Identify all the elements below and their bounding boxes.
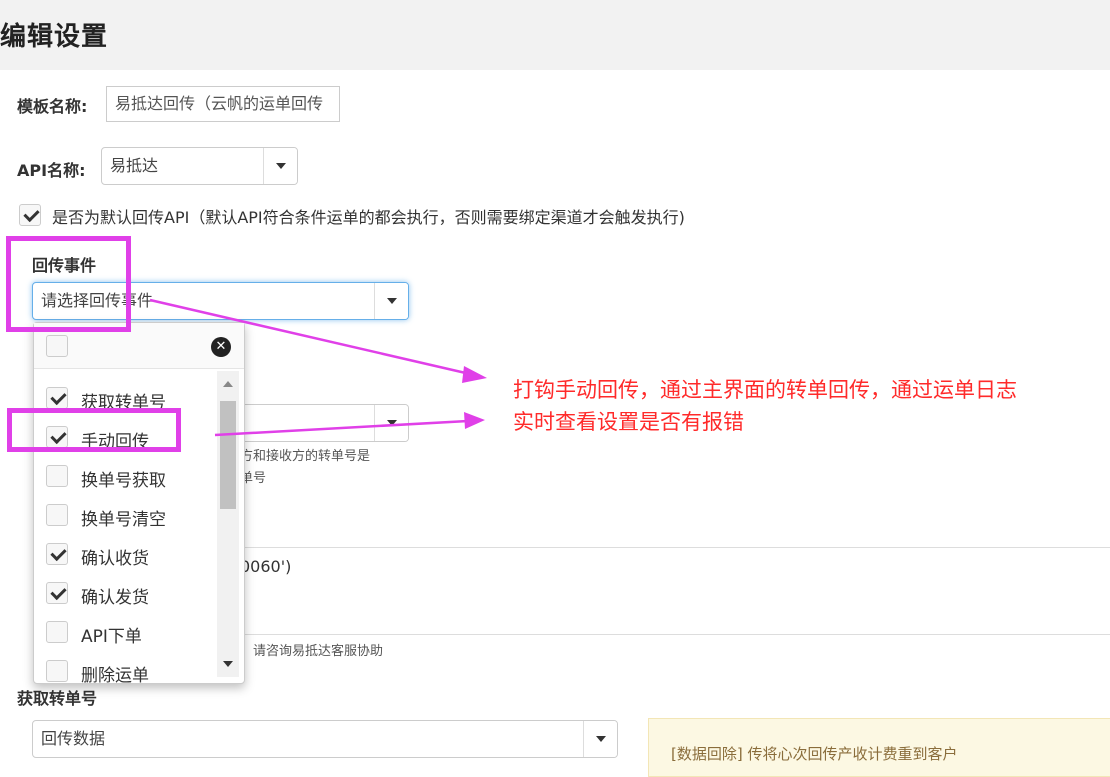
annotation-text: 打钩手动回传，通过主界面的转单回传，通过运单日志 实时查看设置是否有报错 [513, 374, 1017, 438]
arrow-line-2 [214, 419, 469, 437]
annotation-line-2: 实时查看设置是否有报错 [513, 410, 744, 434]
annotation-line-1: 打钩手动回传，通过主界面的转单回传，通过运单日志 [513, 378, 1017, 402]
arrow-head-2 [464, 412, 485, 429]
arrow-head-1 [462, 366, 487, 383]
arrow-line-1 [149, 298, 471, 376]
